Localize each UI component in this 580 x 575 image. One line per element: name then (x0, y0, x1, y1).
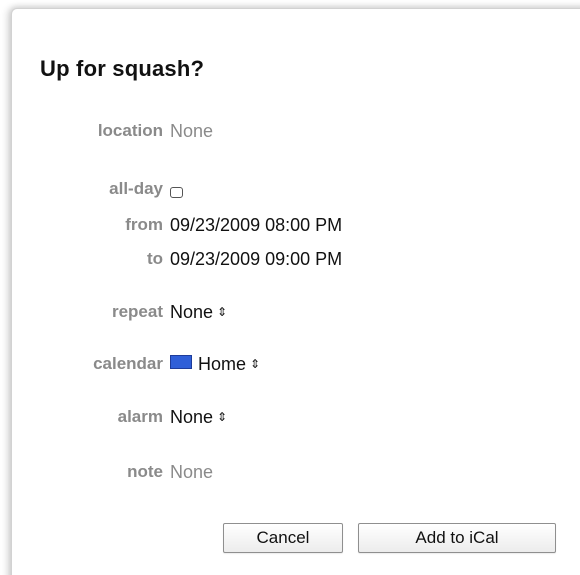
alarm-label: alarm (117, 407, 163, 426)
up-down-arrows-icon: ⇕ (217, 410, 228, 424)
all-day-label: all-day (109, 179, 163, 198)
up-down-arrows-icon: ⇕ (250, 357, 261, 371)
all-day-checkbox-wrap[interactable] (170, 182, 183, 203)
alarm-popup[interactable]: None ⇕ (170, 407, 227, 428)
from-label: from (125, 215, 163, 234)
to-label: to (146, 249, 163, 268)
screen: Up for squash? location None all-day fro… (0, 0, 580, 575)
repeat-value: None (170, 302, 214, 322)
to-datetime[interactable]: 09/23/2009 09:00 PM (170, 249, 342, 270)
event-popover: Up for squash? location None all-day fro… (11, 8, 580, 575)
repeat-label: repeat (111, 302, 163, 321)
calendar-popup[interactable]: Home ⇕ (170, 354, 260, 375)
alarm-value: None (170, 407, 214, 427)
calendar-label: calendar (93, 354, 163, 373)
calendar-value: Home (198, 354, 247, 374)
note-value[interactable]: None (170, 462, 213, 483)
event-title[interactable]: Up for squash? (40, 56, 204, 82)
add-to-ical-button[interactable]: Add to iCal (358, 523, 556, 553)
note-label: note (127, 462, 163, 481)
up-down-arrows-icon: ⇕ (217, 305, 228, 319)
calendar-color-icon (170, 355, 192, 369)
location-label: location (97, 121, 163, 140)
from-datetime[interactable]: 09/23/2009 08:00 PM (170, 215, 342, 236)
cancel-button[interactable]: Cancel (223, 523, 343, 553)
repeat-popup[interactable]: None ⇕ (170, 302, 227, 323)
location-value[interactable]: None (170, 121, 213, 142)
checkbox-icon[interactable] (170, 187, 183, 198)
